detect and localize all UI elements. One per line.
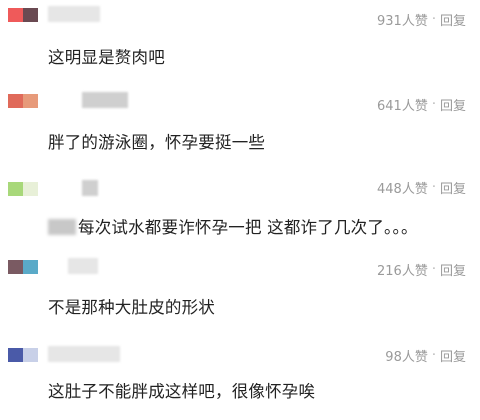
comment-meta: 641人赞 · 回复 [377, 95, 466, 114]
meta-separator: · [431, 262, 436, 277]
comment-item: 216人赞 · 回复 不是那种大肚皮的形状 [0, 252, 480, 334]
username-blurred[interactable] [48, 346, 120, 362]
like-count[interactable]: 931人赞 [377, 10, 428, 29]
like-count[interactable]: 216人赞 [377, 260, 428, 279]
comment-text: 这明显是赘肉吧 [48, 48, 165, 67]
reply-button[interactable]: 回复 [440, 10, 466, 29]
mention-blurred[interactable] [48, 219, 76, 235]
meta-separator: · [431, 12, 436, 27]
comment-text: 每次试水都要诈怀孕一把 这都诈了几次了。。。 [78, 218, 418, 237]
comment-item: 931人赞 · 回复 这明显是赘肉吧 [0, 0, 480, 82]
avatar-color-block [23, 260, 38, 274]
username-blurred[interactable] [82, 180, 98, 196]
meta-separator: · [431, 348, 436, 363]
like-count[interactable]: 98人赞 [385, 346, 428, 365]
avatar-color-block [8, 94, 23, 108]
username-blurred[interactable] [48, 6, 100, 22]
comment-meta: 216人赞 · 回复 [377, 260, 466, 279]
reply-button[interactable]: 回复 [440, 260, 466, 279]
avatar-color-block [8, 8, 23, 22]
meta-separator: · [431, 97, 436, 112]
username-blurred[interactable] [68, 258, 98, 274]
avatar-color-block [8, 182, 23, 196]
comment-text-row: 每次试水都要诈怀孕一把 这都诈了几次了。。。 [48, 214, 418, 238]
avatar-color-block [23, 8, 38, 22]
avatar-color-block [23, 94, 38, 108]
comment-meta: 448人赞 · 回复 [377, 178, 466, 197]
avatar-color-block [23, 348, 38, 362]
like-count[interactable]: 641人赞 [377, 95, 428, 114]
avatar[interactable] [8, 348, 38, 362]
avatar[interactable] [8, 94, 38, 108]
reply-button[interactable]: 回复 [440, 178, 466, 197]
meta-separator: · [431, 180, 436, 195]
avatar[interactable] [8, 182, 38, 196]
comment-text: 这肚子不能胖成这样吧，很像怀孕唉 [48, 382, 316, 401]
comment-item: 98人赞 · 回复 这肚子不能胖成这样吧，很像怀孕唉 [0, 338, 480, 420]
avatar-color-block [23, 182, 38, 196]
comment-meta: 931人赞 · 回复 [377, 10, 466, 29]
comment-text: 胖了的游泳圈，怀孕要挺一些 [48, 133, 266, 152]
reply-button[interactable]: 回复 [440, 95, 466, 114]
avatar-color-block [8, 260, 23, 274]
like-count[interactable]: 448人赞 [377, 178, 428, 197]
comment-item: 641人赞 · 回复 胖了的游泳圈，怀孕要挺一些 [0, 86, 480, 168]
avatar[interactable] [8, 260, 38, 274]
avatar[interactable] [8, 8, 38, 22]
username-blurred[interactable] [82, 92, 128, 108]
comment-meta: 98人赞 · 回复 [385, 346, 466, 365]
comment-text: 不是那种大肚皮的形状 [48, 298, 215, 317]
comment-item: 448人赞 · 回复 每次试水都要诈怀孕一把 这都诈了几次了。。。 [0, 172, 480, 254]
avatar-color-block [8, 348, 23, 362]
reply-button[interactable]: 回复 [440, 346, 466, 365]
